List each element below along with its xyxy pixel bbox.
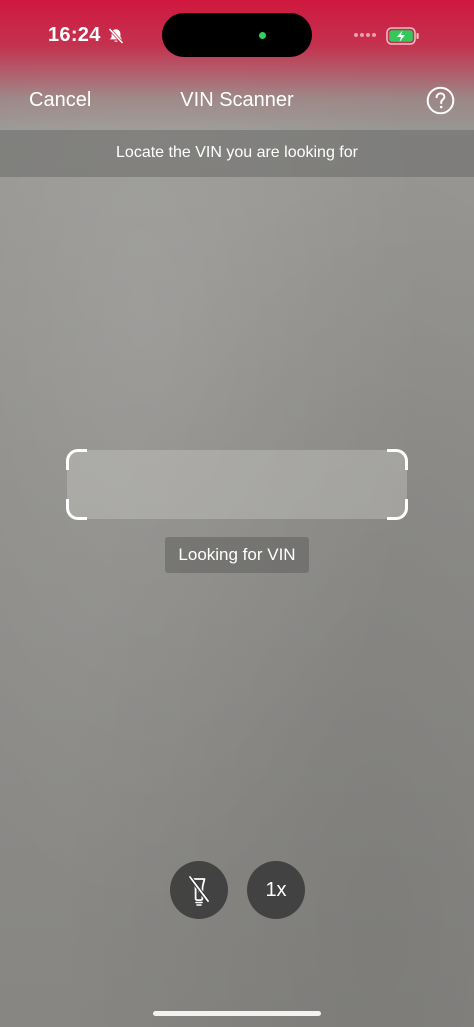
zoom-button[interactable]: 1x bbox=[247, 861, 305, 919]
flashlight-off-icon bbox=[188, 875, 210, 906]
page-title: VIN Scanner bbox=[180, 89, 294, 111]
question-circle-icon bbox=[426, 86, 455, 115]
help-button[interactable] bbox=[426, 86, 455, 115]
status-bar: 16:24 bbox=[0, 0, 474, 70]
bell-slash-icon bbox=[108, 27, 124, 45]
camera-indicator-dot bbox=[259, 32, 266, 39]
scan-corner-top-right bbox=[387, 449, 408, 470]
instruction-banner: Locate the VIN you are looking for bbox=[0, 130, 474, 177]
battery-charging-icon bbox=[386, 27, 419, 45]
instruction-text: Locate the VIN you are looking for bbox=[116, 144, 358, 161]
signal-icon bbox=[354, 33, 380, 39]
scan-status-label: Looking for VIN bbox=[165, 537, 309, 573]
scan-corner-top-left bbox=[66, 449, 87, 470]
torch-button[interactable] bbox=[170, 861, 228, 919]
scan-region bbox=[66, 449, 408, 520]
scan-corner-bottom-left bbox=[66, 499, 87, 520]
status-time: 16:24 bbox=[48, 24, 101, 46]
dynamic-island bbox=[162, 13, 312, 57]
home-indicator[interactable] bbox=[153, 1011, 321, 1016]
